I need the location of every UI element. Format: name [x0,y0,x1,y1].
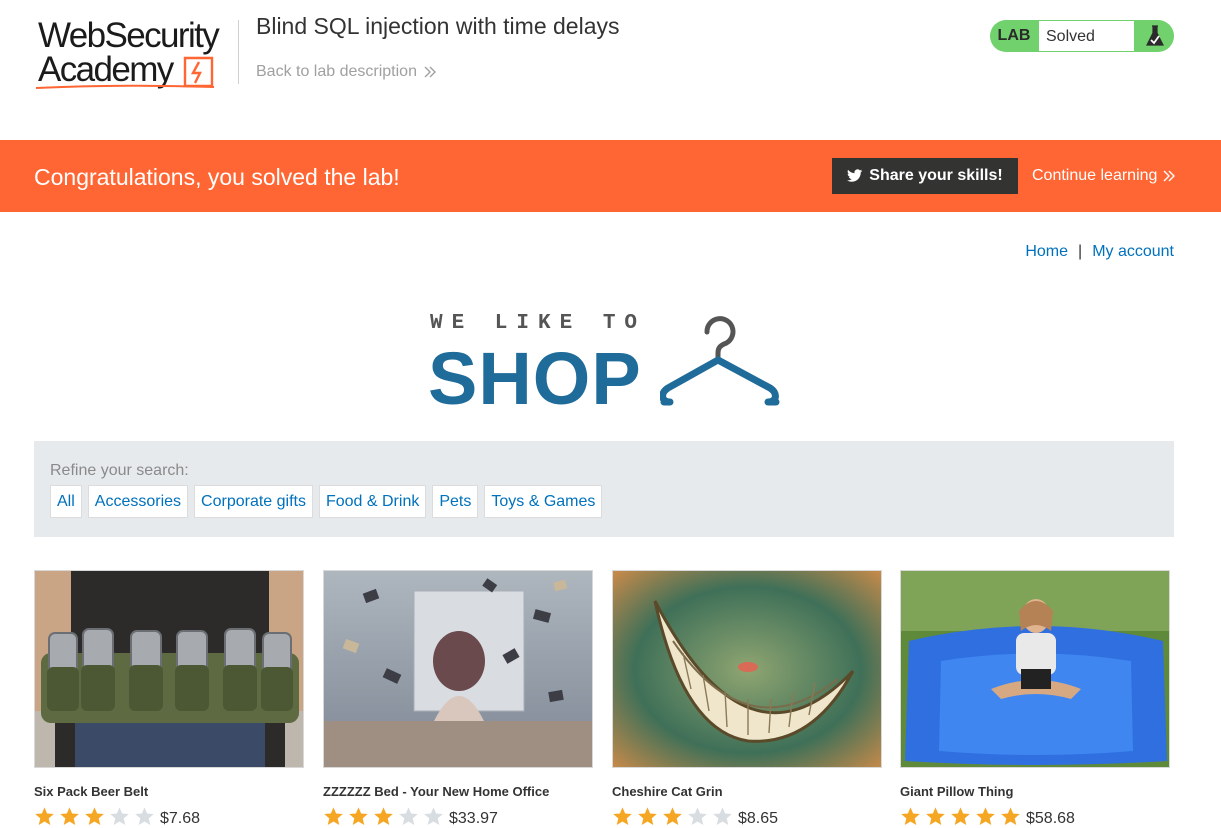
share-skills-label: Share your skills! [869,167,1003,184]
search-filter-panel: Refine your search: All Accessories Corp… [34,441,1174,537]
star-icon [85,807,104,825]
product-rating [612,806,733,827]
star-icon [951,807,970,825]
logo-text-line1: WebSecurity [38,16,220,55]
star-icon [663,807,682,825]
my-account-link[interactable]: My account [1092,243,1174,261]
product-price: $33.97 [449,810,498,827]
product-card[interactable]: Giant Pillow Thing $58.68 [900,570,1170,827]
shop-top-nav: Home | My account [1025,243,1174,261]
star-icon [424,807,443,825]
lab-badge: LAB [997,27,1031,44]
product-grid: Six Pack Beer Belt $7.68 ZZZZZZ Bed - Yo… [34,570,1174,827]
back-to-lab-description-link[interactable]: Back to lab description [256,63,437,81]
home-link[interactable]: Home [1025,243,1068,261]
star-icon [901,807,920,825]
product-price: $8.65 [738,810,779,827]
product-price: $58.68 [1026,810,1075,827]
shop-logo-tagline: WE LIKE TO [430,312,647,335]
star-icon [638,807,657,825]
header-divider [238,20,239,84]
logo-underline-icon [35,84,215,89]
lab-status-text: Solved [1038,20,1135,52]
star-icon [399,807,418,825]
solved-message: Congratulations, you solved the lab! [34,164,400,190]
star-icon [976,807,995,825]
product-card[interactable]: ZZZZZZ Bed - Your New Home Office $33.97 [323,570,593,827]
lab-status-widget: LAB Solved [990,20,1174,52]
product-rating [323,806,444,827]
solved-banner: Congratulations, you solved the lab! Sha… [0,140,1221,212]
shop-logo-word: SHOP [428,337,642,420]
back-link-label: Back to lab description [256,63,417,80]
product-image-giant-pillow[interactable] [900,570,1170,768]
star-icon [688,807,707,825]
product-image-beer-belt[interactable] [34,570,304,768]
product-name[interactable]: Six Pack Beer Belt [34,784,148,799]
product-card[interactable]: Cheshire Cat Grin $8.65 [612,570,882,827]
product-name[interactable]: ZZZZZZ Bed - Your New Home Office [323,784,549,799]
continue-learning-link[interactable]: Continue learning [1032,167,1176,185]
web-security-academy-logo[interactable]: WebSecurity Academy [34,18,239,90]
lab-title: Blind SQL injection with time delays [256,13,620,39]
refine-search-label: Refine your search: [50,462,189,479]
filter-accessories[interactable]: Accessories [87,485,189,518]
star-icon [349,807,368,825]
product-name[interactable]: Giant Pillow Thing [900,784,1013,799]
filter-corporate-gifts[interactable]: Corporate gifts [194,485,313,518]
filter-toys-games[interactable]: Toys & Games [484,485,603,518]
product-image-flying-books[interactable] [323,570,593,768]
flask-icon [1135,20,1174,52]
product-image-cat-grin[interactable] [612,570,882,768]
star-icon [60,807,79,825]
share-skills-button[interactable]: Share your skills! [832,158,1018,194]
star-icon [110,807,129,825]
star-icon [713,807,732,825]
star-icon [35,807,54,825]
continue-learning-label: Continue learning [1032,167,1158,184]
star-icon [135,807,154,825]
category-filter-list: All Accessories Corporate gifts Food & D… [50,485,603,518]
chevron-double-right-icon [1163,170,1176,182]
filter-food-drink[interactable]: Food & Drink [318,485,427,518]
we-like-to-shop-logo: WE LIKE TO SHOP [428,312,783,420]
star-icon [926,807,945,825]
product-card[interactable]: Six Pack Beer Belt $7.68 [34,570,304,827]
star-icon [1001,807,1020,825]
product-rating [34,806,155,827]
filter-pets[interactable]: Pets [432,485,479,518]
academy-header: WebSecurity Academy Blind SQL injection … [0,0,1221,140]
chevron-double-right-icon [424,66,436,78]
logo-text-line2: Academy [38,50,174,89]
star-icon [324,807,343,825]
star-icon [613,807,632,825]
product-name[interactable]: Cheshire Cat Grin [612,784,723,799]
product-rating [900,806,1021,827]
hanger-icon [660,316,780,406]
star-icon [374,807,393,825]
filter-all[interactable]: All [50,485,82,518]
nav-separator: | [1078,243,1083,260]
product-price: $7.68 [160,810,201,827]
twitter-icon [847,169,863,182]
